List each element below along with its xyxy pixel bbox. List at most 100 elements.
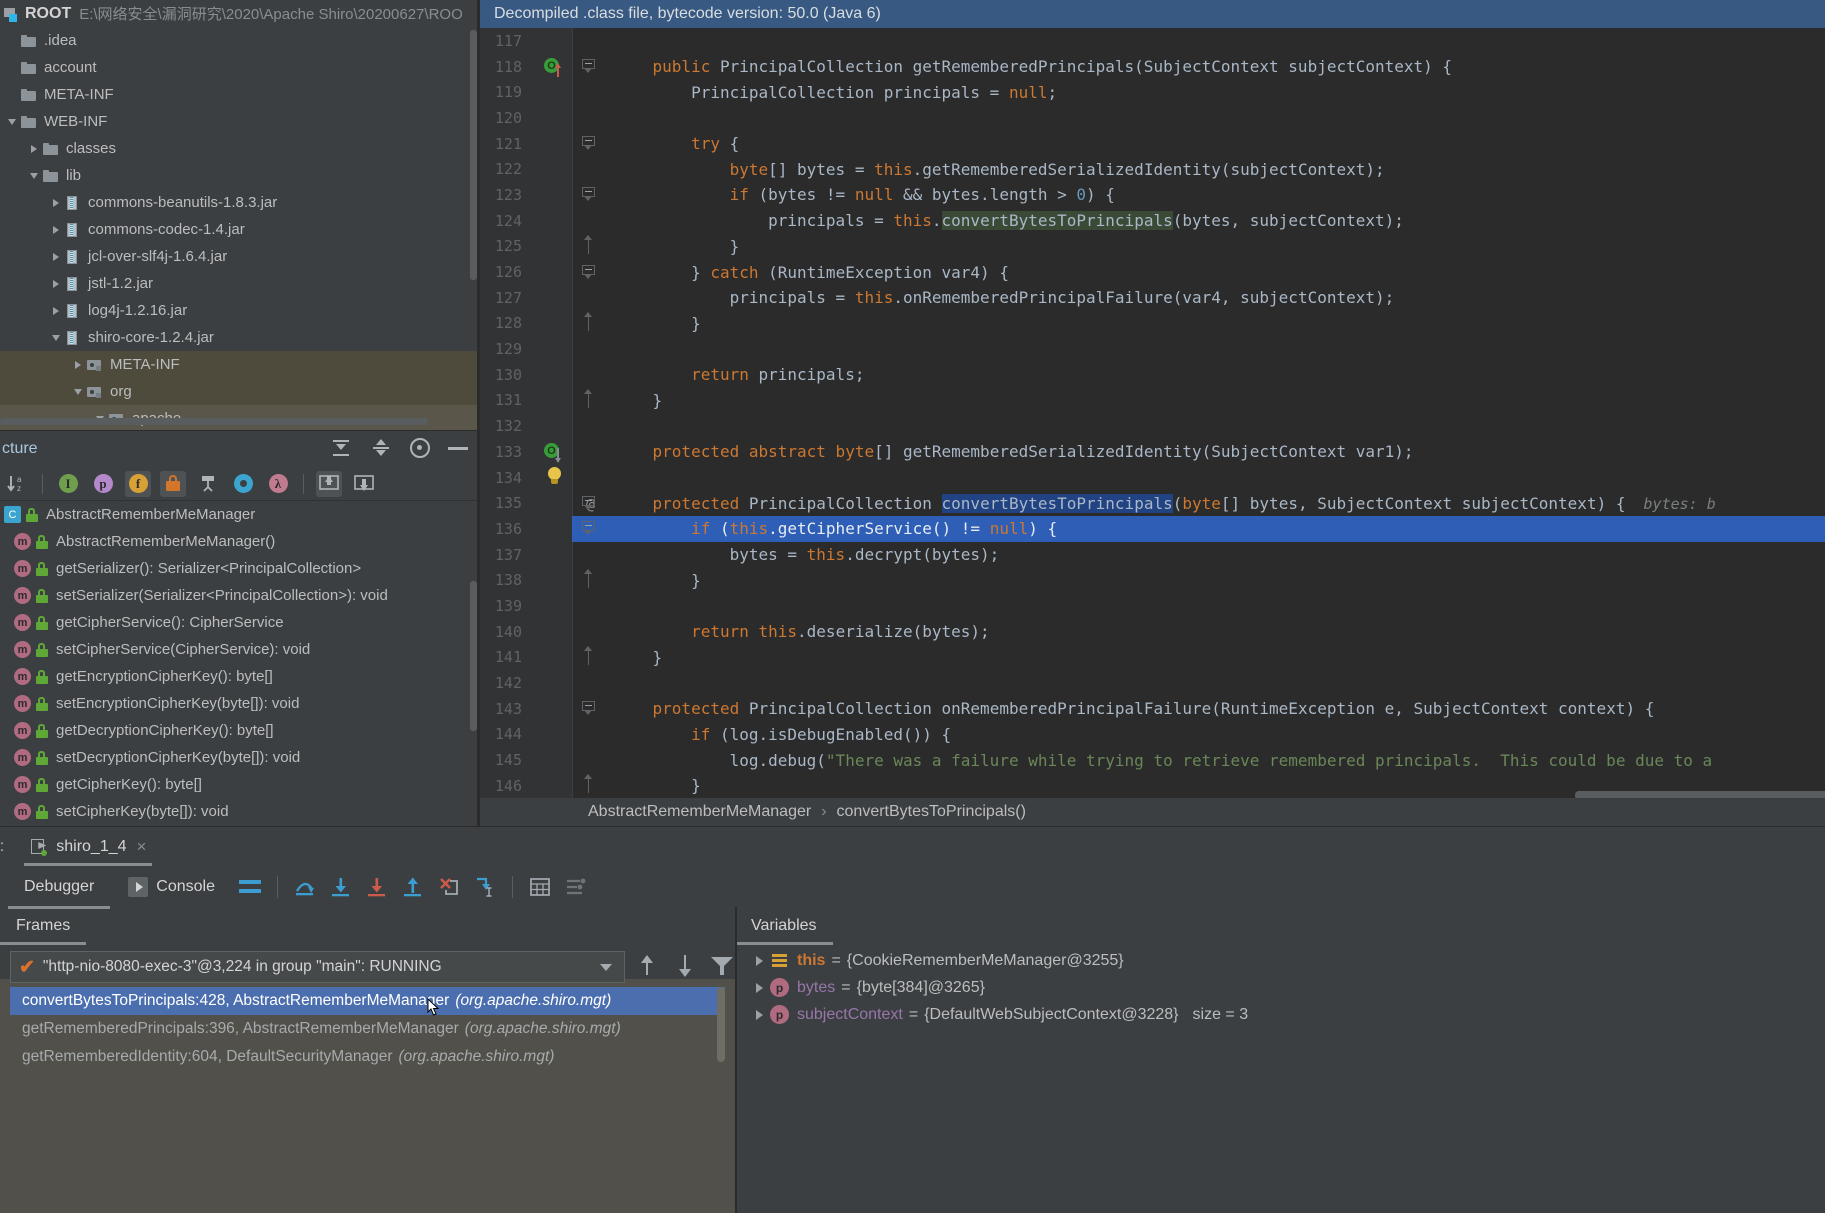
structure-list-item[interactable]: m getDecryptionCipherKey(): byte[] xyxy=(0,717,480,744)
project-tree-item[interactable]: classes xyxy=(0,135,480,162)
debug-session-tab[interactable]: shiro_1_4 × xyxy=(18,828,158,866)
gutter-marker-area[interactable]: O xyxy=(528,54,572,79)
force-step-into-icon[interactable] xyxy=(360,872,394,902)
fold-region-control[interactable] xyxy=(572,645,604,670)
code-line[interactable]: 141 } xyxy=(480,645,1825,671)
chevron-right-icon[interactable] xyxy=(26,145,42,153)
code-line[interactable]: 133 O protected abstract byte[] getRememb… xyxy=(480,439,1825,465)
code-text[interactable]: } xyxy=(604,571,1825,590)
gutter-marker-area[interactable] xyxy=(528,337,572,362)
project-tree-item[interactable]: log4j-1.2.16.jar xyxy=(0,297,480,324)
autoscroll-to-source-icon[interactable] xyxy=(316,470,342,497)
fold-collapse-icon[interactable] xyxy=(582,136,595,151)
chevron-down-icon[interactable] xyxy=(600,963,612,971)
code-line[interactable]: 144 if (log.isDebugEnabled()) { xyxy=(480,722,1825,748)
gutter-marker-area[interactable] xyxy=(528,568,572,593)
code-text[interactable]: PrincipalCollection principals = null; xyxy=(604,83,1825,102)
code-line[interactable]: 120 xyxy=(480,105,1825,131)
structure-list-item[interactable]: m setCipherKey(byte[]): void xyxy=(0,798,480,825)
gutter-marker-area[interactable] xyxy=(528,593,572,618)
code-text[interactable]: } xyxy=(604,237,1825,256)
show-properties-icon[interactable]: p xyxy=(90,471,116,497)
code-line[interactable]: 129 xyxy=(480,336,1825,362)
fold-end-icon[interactable] xyxy=(582,234,595,254)
chevron-right-icon[interactable] xyxy=(48,280,64,288)
structure-list-item[interactable]: m setSerializer(Serializer<PrincipalColle… xyxy=(0,582,480,609)
code-text[interactable]: if (bytes != null && bytes.length > 0) { xyxy=(604,185,1825,204)
fold-collapse-icon[interactable] xyxy=(582,59,595,74)
code-line[interactable]: 126 } catch (RuntimeException var4) { xyxy=(480,259,1825,285)
settings-icon[interactable] xyxy=(559,872,593,902)
fold-region-control[interactable] xyxy=(572,260,604,285)
fold-collapse-icon[interactable] xyxy=(582,701,595,716)
fold-region-control[interactable] xyxy=(572,54,604,79)
code-text[interactable]: principals = this.onRememberedPrincipalF… xyxy=(604,288,1825,307)
thread-selector[interactable]: ✔ "http-nio-8080-exec-3"@3,224 in group … xyxy=(10,951,625,983)
frame-row[interactable]: getRememberedIdentity:604, DefaultSecuri… xyxy=(10,1043,725,1071)
frame-row[interactable]: getRememberedPrincipals:396, AbstractRem… xyxy=(10,1015,725,1043)
fold-region-control[interactable] xyxy=(572,491,604,516)
code-text[interactable]: byte[] bytes = this.getRememberedSeriali… xyxy=(604,160,1825,179)
structure-list-item[interactable]: m getEncryptionCipherKey(): byte[] xyxy=(0,663,480,690)
structure-list-item[interactable]: m setEncryptionCipherKey(byte[]): void xyxy=(0,690,480,717)
up-arrow-icon[interactable] xyxy=(635,953,659,979)
expand-all-icon[interactable] xyxy=(330,437,352,459)
collapse-all-icon[interactable] xyxy=(370,437,392,459)
step-over-icon[interactable] xyxy=(288,872,322,902)
project-tree-item[interactable]: lib xyxy=(0,162,480,189)
structure-list-item[interactable]: m getCipherService(): CipherService xyxy=(0,609,480,636)
gutter-marker-area[interactable] xyxy=(528,157,572,182)
show-non-public-icon[interactable] xyxy=(160,470,186,497)
fold-region-control[interactable] xyxy=(572,131,604,156)
code-line[interactable]: 132 xyxy=(480,413,1825,439)
code-text[interactable]: return principals; xyxy=(604,365,1825,384)
variable-row[interactable]: p bytes = {byte[384]@3265} xyxy=(740,974,1825,1001)
variable-row[interactable]: this = {CookieRememberMeManager@3255} xyxy=(740,947,1825,974)
code-line[interactable]: 143 protected PrincipalCollection onReme… xyxy=(480,696,1825,722)
code-line[interactable]: 134 xyxy=(480,465,1825,491)
fold-end-icon[interactable] xyxy=(582,645,595,665)
chevron-down-icon[interactable] xyxy=(26,173,42,179)
fold-region-control[interactable] xyxy=(572,234,604,259)
code-line[interactable]: 121 try { xyxy=(480,131,1825,157)
gutter-marker-area[interactable] xyxy=(528,311,572,336)
hide-icon[interactable] xyxy=(448,446,468,450)
frame-row[interactable]: convertBytesToPrincipals:428, AbstractRe… xyxy=(10,987,725,1015)
structure-list-item[interactable]: m setDecryptionCipherKey(byte[]): void xyxy=(0,744,480,771)
code-line[interactable]: 139 xyxy=(480,593,1825,619)
breadcrumb-member[interactable]: convertBytesToPrincipals() xyxy=(837,803,1026,821)
project-tree-item[interactable]: account xyxy=(0,54,480,81)
project-tree-item[interactable]: WEB-INF xyxy=(0,108,480,135)
code-text[interactable]: principals = this.convertBytesToPrincipa… xyxy=(604,211,1825,231)
gutter-marker-area[interactable] xyxy=(528,645,572,670)
project-tree[interactable]: .idea account META-INF WEB-INF classes lib com… xyxy=(0,27,480,430)
code-line[interactable]: 145 log.debug("There was a failure while… xyxy=(480,747,1825,773)
variables-tab[interactable]: Variables xyxy=(735,907,833,945)
gutter-marker-area[interactable] xyxy=(528,28,572,53)
structure-list[interactable]: C AbstractRememberMeManager m AbstractRemem… xyxy=(0,501,480,825)
structure-vertical-scrollbar[interactable] xyxy=(470,581,477,731)
code-text[interactable]: } catch (RuntimeException var4) { xyxy=(604,263,1825,282)
step-into-icon[interactable] xyxy=(324,872,358,902)
structure-list-item[interactable]: C AbstractRememberMeManager xyxy=(0,501,480,528)
chevron-right-icon[interactable] xyxy=(48,199,64,207)
intention-bulb-icon[interactable] xyxy=(546,467,563,487)
code-text[interactable]: bytes = this.decrypt(bytes); xyxy=(604,545,1825,564)
gutter-marker-area[interactable] xyxy=(528,285,572,310)
code-line[interactable]: 130 return principals; xyxy=(480,362,1825,388)
tab-console[interactable]: Console xyxy=(112,873,231,901)
show-anonymous-icon[interactable] xyxy=(230,471,256,497)
gutter-marker-area[interactable]: O xyxy=(528,439,572,464)
code-line[interactable]: 138 } xyxy=(480,567,1825,593)
gutter-marker-area[interactable]: @ xyxy=(528,491,595,516)
variable-row[interactable]: p subjectContext = {DefaultWebSubjectContex… xyxy=(740,1001,1825,1028)
filter-icon[interactable] xyxy=(711,955,733,977)
project-tree-item[interactable]: org xyxy=(0,378,480,405)
gutter-marker-area[interactable] xyxy=(528,465,572,490)
gutter-marker-area[interactable] xyxy=(528,80,572,105)
code-line[interactable]: 137 bytes = this.decrypt(bytes); xyxy=(480,542,1825,568)
chevron-right-icon[interactable] xyxy=(748,983,770,993)
code-line[interactable]: 119 PrincipalCollection principals = nul… xyxy=(480,79,1825,105)
overriding-method-icon[interactable]: O xyxy=(544,58,561,77)
code-line[interactable]: 142 xyxy=(480,670,1825,696)
